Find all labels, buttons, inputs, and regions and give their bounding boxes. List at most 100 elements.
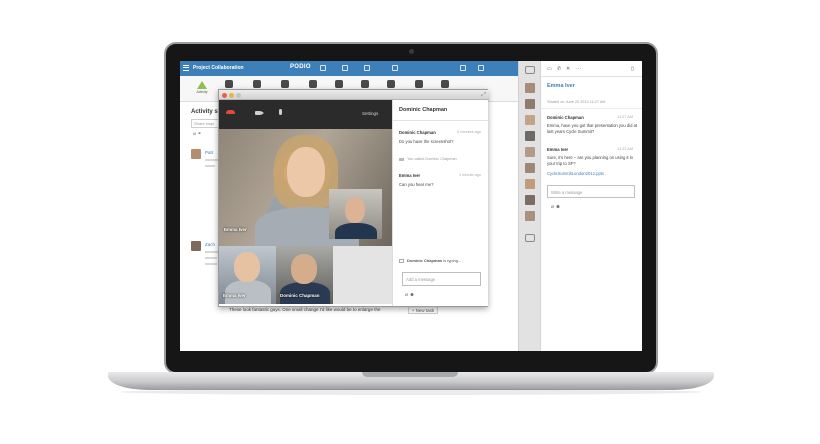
chat-tools: ⌀ ☻ <box>551 204 561 210</box>
emoji-icon[interactable]: ☻ <box>555 204 560 210</box>
message-text: Emma, have you got that presentation you… <box>547 123 638 134</box>
tasks-icon[interactable] <box>364 65 370 71</box>
message-time: 11:31 AM <box>617 147 633 151</box>
app-icon <box>441 80 449 88</box>
podio-app: Project Collaboration PODIO Activity Act… <box>180 61 518 351</box>
attachment-link[interactable]: CycleSummitLondon2012.pptx <box>547 171 604 176</box>
popout-icon[interactable]: ▯ <box>631 66 634 72</box>
nav-activity[interactable]: Activity <box>194 81 210 94</box>
search-icon[interactable] <box>460 65 466 71</box>
help-icon[interactable] <box>478 65 484 71</box>
app-icon <box>335 80 343 88</box>
video-camera-icon[interactable]: ▭ <box>547 66 552 72</box>
video-call-window: ⤢ Settings Emma Iver Emma Iver Dominic C… <box>218 89 489 307</box>
message-input[interactable]: Write a message <box>547 185 635 198</box>
more-icon[interactable]: ··· <box>576 66 581 72</box>
contact-avatar[interactable] <box>525 83 535 93</box>
app-icon <box>361 80 369 88</box>
zoom-icon[interactable] <box>236 93 241 98</box>
laptop-shadow <box>120 389 702 395</box>
app-icon <box>225 80 233 88</box>
chat-contact-name[interactable]: Emma Iver <box>547 83 575 89</box>
conversation-started: Started on June 20 2013 11:27 AM <box>547 100 606 104</box>
chat-tools: ⌀ ☻ <box>405 292 415 298</box>
paperclip-icon[interactable]: ⌀ <box>551 204 554 210</box>
expand-icon[interactable]: ⤢ <box>481 92 486 99</box>
video-camera-icon <box>399 157 404 161</box>
phone-icon[interactable]: ✆ <box>557 66 561 72</box>
minimize-icon[interactable] <box>229 93 234 98</box>
chat-side-panel: ▭ ✆ ✕ ··· ▯ Emma Iver Started on June 20… <box>540 61 642 351</box>
message-text: Do you have the screenshot? <box>399 139 454 144</box>
app-icon <box>309 80 317 88</box>
calendar-icon[interactable] <box>342 65 348 71</box>
menu-icon[interactable] <box>183 65 189 71</box>
workspace-title[interactable]: Project Collaboration <box>193 65 244 71</box>
empty-tile <box>333 246 392 304</box>
self-view-video[interactable] <box>329 189 382 239</box>
feed-comment: These look fantastic guys. One small cha… <box>229 307 381 312</box>
podio-logo[interactable]: PODIO <box>290 64 311 70</box>
link-icon[interactable]: ⚭ <box>197 131 201 137</box>
contacts-strip <box>518 61 540 351</box>
avatar[interactable] <box>191 241 201 251</box>
contact-avatar[interactable] <box>525 195 535 205</box>
close-icon[interactable] <box>222 93 227 98</box>
inbox-icon[interactable] <box>525 234 535 242</box>
message-time: 5 minutes ago <box>457 130 481 134</box>
share-tools: ⌀ ⚭ <box>193 131 202 137</box>
feed-author[interactable]: Zach <box>205 242 215 247</box>
grid-icon[interactable] <box>320 65 326 71</box>
participant-tile[interactable]: Emma Iver <box>219 246 276 304</box>
main-video-name: Emma Iver <box>224 227 247 232</box>
microphone-icon[interactable] <box>279 109 282 115</box>
emoji-icon[interactable]: ☻ <box>409 292 414 298</box>
message-time: 11:27 AM <box>617 115 633 119</box>
contact-avatar[interactable] <box>525 163 535 173</box>
nav-activity-label: Activity <box>196 90 208 94</box>
app-icon <box>387 80 395 88</box>
video-camera-icon[interactable] <box>255 111 264 115</box>
main-video: Emma Iver <box>219 129 392 247</box>
contact-avatar[interactable] <box>525 147 535 157</box>
app-icon <box>253 80 261 88</box>
contact-avatar[interactable] <box>525 99 535 109</box>
chat-message: Emma Iver 1 minute ago Can you hear me? <box>399 173 485 187</box>
hangup-icon[interactable] <box>226 110 235 114</box>
system-message: You called Dominic Chapman <box>399 157 457 161</box>
contact-avatar[interactable] <box>525 211 535 221</box>
laptop-screen: Project Collaboration PODIO Activity Act… <box>180 61 642 351</box>
podio-topbar: Project Collaboration PODIO <box>180 61 518 76</box>
new-task-button[interactable]: + New task <box>408 306 438 314</box>
contact-avatar[interactable] <box>525 131 535 141</box>
contact-avatar[interactable] <box>525 179 535 189</box>
paperclip-icon[interactable]: ⌀ <box>405 292 408 298</box>
chat-message: Dominic Chapman 5 minutes ago Do you hav… <box>399 130 485 144</box>
activity-icon <box>197 81 207 89</box>
chat-message: Dominic Chapman 11:27 AM Emma, have you … <box>547 115 639 135</box>
tile-name: Emma Iver <box>223 293 246 298</box>
close-icon[interactable]: ✕ <box>566 66 570 72</box>
message-time: 1 minute ago <box>459 173 481 177</box>
window-titlebar: ⤢ <box>219 90 489 100</box>
contact-avatar[interactable] <box>525 115 535 125</box>
avatar[interactable] <box>191 149 201 159</box>
contacts-icon[interactable] <box>525 66 535 74</box>
paperclip-icon[interactable]: ⌀ <box>193 131 196 137</box>
chat-header: Dominic Chapman <box>399 107 448 113</box>
call-controls: Settings <box>219 100 392 129</box>
tile-name: Dominic Chapman <box>280 293 320 298</box>
webcam-dot <box>409 49 414 54</box>
participant-tile[interactable]: Dominic Chapman <box>276 246 333 304</box>
message-input[interactable]: Add a message <box>402 272 481 286</box>
notifications-icon[interactable] <box>392 65 398 71</box>
message-text: Sure, it's here – are you planning on us… <box>547 155 633 166</box>
app-icon <box>415 80 423 88</box>
message-text: Can you hear me? <box>399 182 434 187</box>
laptop-notch <box>362 372 458 377</box>
chat-toolbar: ▭ ✆ ✕ ··· ▯ <box>541 61 642 77</box>
keyboard-icon <box>399 258 404 263</box>
feed-author[interactable]: Patr <box>205 150 213 155</box>
settings-button[interactable]: Settings <box>362 111 378 116</box>
call-chat-panel: Dominic Chapman Dominic Chapman 5 minute… <box>392 100 489 306</box>
